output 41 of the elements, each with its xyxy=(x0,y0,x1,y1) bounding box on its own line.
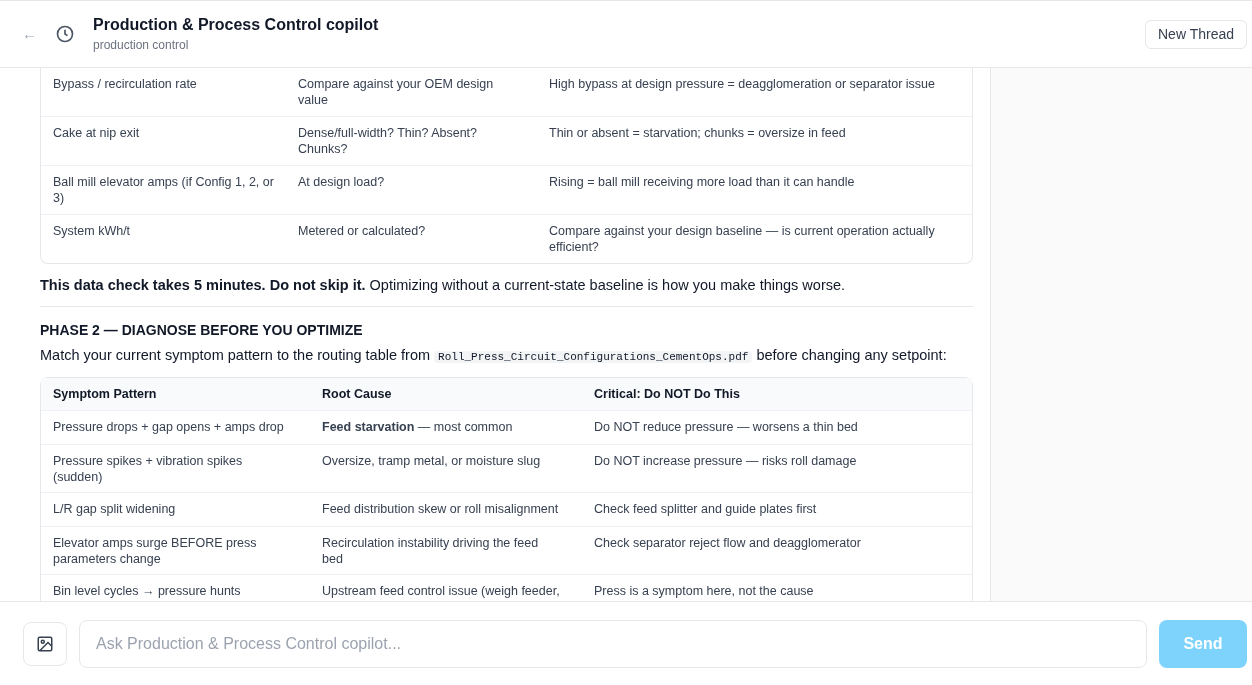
table-cell-text: Check feed splitter and guide plates first xyxy=(593,500,818,518)
note-paragraph: This data check takes 5 minutes. Do not skip it. Optimizing without a current-state baseline is how you make things worse. xyxy=(40,276,847,295)
history-icon[interactable] xyxy=(55,24,75,44)
table-cell-text: Elevator amps surge BEFORE press parameters change xyxy=(52,534,258,568)
table-cell-text: Pressure drops + gap opens + amps drop xyxy=(52,418,285,436)
table-cell-text: Recirculation instability driving the feed bed xyxy=(321,534,540,568)
table-cell-text: L/R gap split widening xyxy=(52,500,177,518)
section-heading: PHASE 2 — DIAGNOSE BEFORE YOU OPTIMIZE xyxy=(40,320,364,340)
table-cell-text: System kWh/t xyxy=(52,223,132,240)
table-cell-text: Do NOT reduce pressure — worsens a thin bed xyxy=(593,418,859,436)
table-cell-text: Bypass / recirculation rate xyxy=(52,76,198,93)
table-cell-text: Check separator reject flow and deagglomerator xyxy=(593,534,862,552)
table-cell-text: Do NOT increase pressure — risks roll damage xyxy=(593,452,858,470)
image-icon xyxy=(36,634,54,653)
table-cell-text: Rising = ball mill receiving more load than it can handle xyxy=(548,174,856,191)
table-cell-text: Dense/full-width? Thin? Absent? Chunks? xyxy=(297,125,479,158)
message-field[interactable]: Ask Production & Process Control copilot... xyxy=(79,619,1147,668)
table-cell-text: Pressure spikes + vibration spikes (sudden) xyxy=(52,452,244,486)
chat-subtitle: production control xyxy=(93,37,190,54)
table-cell-text: Bin level cycles → pressure hunts xyxy=(52,582,242,600)
chat-title: Production & Process Control copilot xyxy=(93,15,380,35)
column-header: Symptom Pattern xyxy=(52,385,158,403)
table-cell-text: Oversize, tramp metal, or moisture slug xyxy=(321,452,542,470)
new-thread-button[interactable]: New Thread xyxy=(1145,19,1247,49)
table-cell-text: Compare against your design baseline — is current operation actually efficient? xyxy=(548,223,936,256)
table-cell-text: High bypass at design pressure = deagglomeration or separator issue xyxy=(548,76,936,93)
column-header: Critical: Do NOT Do This xyxy=(593,385,741,403)
table-cell-text: Ball mill elevator amps (if Config 1, 2, or 3) xyxy=(52,174,275,207)
intro-paragraph: Match your current symptom pattern to the routing table from Roll_Press_Circuit_Configurations_CementOps.pdf before changing any setpoint: xyxy=(40,345,948,365)
table-cell-text: Feed starvation — most common xyxy=(321,418,514,436)
file-link[interactable]: Roll_Press_Circuit_Configurations_CementOps.pdf xyxy=(434,350,753,363)
table-cell-text: Compare against your OEM design value xyxy=(297,76,495,109)
attach-image-button[interactable] xyxy=(23,621,67,666)
table-cell-text: At design load? xyxy=(297,174,386,191)
table-cell-text: Thin or absent = starvation; chunks = oversize in feed xyxy=(548,125,847,142)
table-cell-text: Upstream feed control issue (weigh feeder, xyxy=(321,582,561,600)
table-cell-text: Cake at nip exit xyxy=(52,125,141,142)
table-cell-text: Metered or calculated? xyxy=(297,223,427,240)
table-cell-text: Press is a symptom here, not the cause xyxy=(593,582,815,600)
column-header: Root Cause xyxy=(321,385,393,403)
table-cell-text: Feed distribution skew or roll misalignment xyxy=(321,500,560,518)
